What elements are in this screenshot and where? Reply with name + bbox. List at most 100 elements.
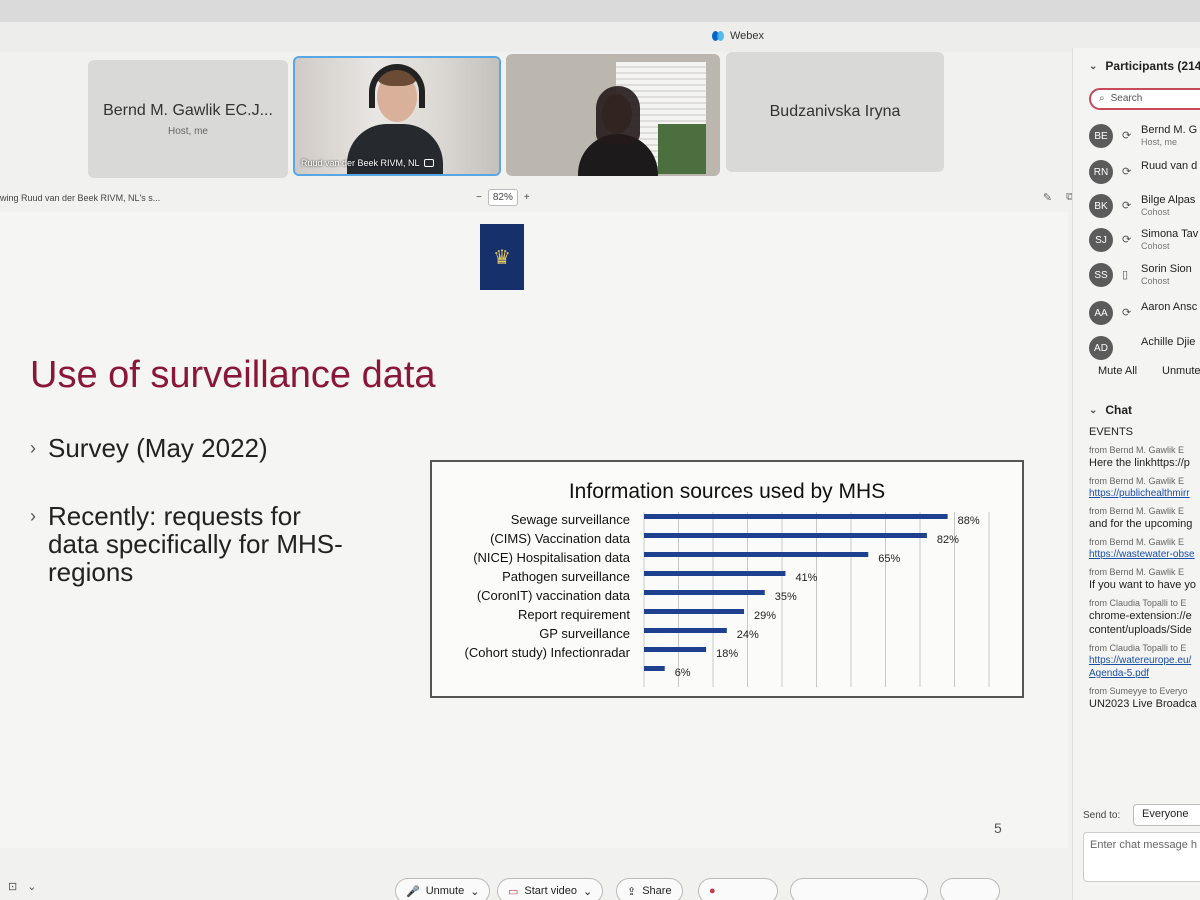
chat-messages: EVENTS from Bernd M. Gawlik E Here the lin…: [1089, 424, 1200, 710]
window-greenery: [658, 124, 706, 174]
chat-link[interactable]: https://wastewater-obse: [1089, 549, 1200, 560]
side-panel: ⌄ Participants (214 ⌕ Search BE ⟳ Bernd M.…: [1072, 48, 1200, 900]
bullet-2-text: Recently: requests for data specifically…: [48, 502, 343, 586]
bullet-2-line-2: data specifically for MHS-: [48, 529, 343, 559]
participant-row[interactable]: AD Achille Djie: [1089, 334, 1200, 364]
bar-value-label: 18%: [716, 648, 738, 660]
meeting-controls: ⊡ ⌄ 🎤 Unmute ⌄ ▭ Start video ⌄ ⇪ Share ●: [0, 868, 1072, 900]
participant-tile-active-speaker[interactable]: Ruud van der Beek RIVM, NL: [293, 56, 501, 176]
chart-bar: [644, 609, 745, 614]
record-button[interactable]: ●: [698, 878, 778, 900]
sharing-indicator-icon: [423, 159, 434, 167]
category-label: Pathogen surveillance: [502, 569, 630, 584]
participant-hair: [596, 86, 640, 144]
avatar: RN: [1089, 160, 1113, 184]
participant-row[interactable]: BE ⟳ Bernd M. G Host, me: [1089, 122, 1200, 152]
share-button[interactable]: ⇪ Share: [616, 878, 683, 900]
participant-row[interactable]: SJ ⟳ Simona Tav Cohost: [1089, 226, 1200, 256]
slide-title: Use of surveillance data: [30, 354, 436, 396]
slide-number: 5: [994, 820, 1002, 836]
bar-value-label: 29%: [754, 610, 776, 622]
chat-message: Here the linkhttps://p: [1089, 457, 1190, 469]
video-off-icon: ▭: [508, 885, 519, 898]
participant-tile-video-2[interactable]: [506, 54, 720, 176]
participant-row[interactable]: AA ⟳ Aaron Ansc: [1089, 299, 1200, 329]
category-label: (NICE) Hospitalisation data: [473, 550, 631, 565]
participant-tile-host[interactable]: Bernd M. Gawlik EC.J... Host, me: [88, 60, 288, 178]
participant-row[interactable]: RN ⟳ Ruud van d: [1089, 158, 1200, 188]
avatar: AA: [1089, 301, 1113, 325]
chat-link[interactable]: https://watereurope.eu/: [1089, 655, 1200, 666]
share-icon: ⇪: [627, 885, 637, 898]
sync-audio-icon: ⟳: [1122, 200, 1132, 212]
chevron-down-icon[interactable]: ⌄: [27, 880, 36, 893]
chart-bar: [644, 552, 869, 557]
category-label: GP surveillance: [539, 626, 630, 641]
viewing-share-text: wing Ruud van der Beek RIVM, NL's s...: [0, 193, 161, 203]
bar-value-label: 82%: [937, 534, 959, 546]
bar-value-label: 24%: [737, 629, 759, 641]
zoom-out-button[interactable]: −: [476, 192, 482, 203]
participants-header[interactable]: ⌄ Participants (214: [1089, 59, 1200, 73]
chart-bar: [644, 590, 765, 595]
bullet-2-line-3: regions: [48, 557, 134, 587]
unmute-button[interactable]: 🎤 Unmute ⌄: [395, 878, 491, 900]
participants-search-input[interactable]: ⌕ Search: [1089, 88, 1200, 110]
chat-sender: from Bernd M. Gawlik E: [1089, 567, 1185, 577]
bottom-left-tools: ⊡ ⌄: [8, 880, 36, 893]
start-video-button[interactable]: ▭ Start video ⌄: [497, 878, 604, 900]
category-label: Sewage surveillance: [511, 512, 630, 527]
sync-audio-icon: ⟳: [1122, 130, 1132, 142]
record-icon: ●: [709, 885, 716, 897]
more-controls-button[interactable]: [790, 878, 928, 900]
send-to-select[interactable]: Everyone: [1133, 804, 1200, 826]
participant-role: Host, me: [1141, 137, 1178, 147]
annotate-icon[interactable]: ✎: [1043, 191, 1052, 204]
muted-mic-icon: 🎤: [406, 885, 420, 898]
zoom-level[interactable]: 82%: [487, 189, 518, 206]
layout-icon[interactable]: ⊡: [8, 880, 17, 893]
participant-row[interactable]: BK ⟳ Bilge Alpas Cohost: [1089, 192, 1200, 222]
participant-name: Aaron Ansc: [1141, 301, 1198, 313]
chart-title: Information sources used by MHS: [569, 480, 885, 503]
share-tools: ✎ ⧉: [1043, 191, 1074, 204]
sync-audio-icon: ⟳: [1122, 234, 1132, 246]
participant-name: Sorin Sion: [1141, 263, 1192, 275]
unmute-all-button[interactable]: Unmute: [1162, 365, 1200, 377]
chat-message: UN2023 Live Broadca: [1089, 698, 1197, 710]
chat-sender: from Bernd M. Gawlik E: [1089, 537, 1185, 547]
zoom-in-button[interactable]: +: [524, 192, 530, 203]
chat-header-text: Chat: [1105, 403, 1133, 417]
leave-area-button[interactable]: [940, 878, 1000, 900]
search-placeholder: Search: [1110, 93, 1143, 104]
chat-header[interactable]: ⌄ Chat: [1089, 403, 1132, 417]
government-logo: ♛: [480, 224, 524, 290]
speaker-video-label: Ruud van der Beek RIVM, NL: [301, 158, 434, 168]
bullet-arrow-icon: ›: [30, 506, 36, 526]
sync-audio-icon: ⟳: [1122, 307, 1132, 319]
chart-bar: [644, 647, 707, 652]
coat-of-arms-icon: ♛: [493, 246, 511, 269]
chart-bar: [644, 514, 948, 519]
chat-message-input[interactable]: Enter chat message h: [1083, 832, 1200, 882]
category-label: (Cohort study) Infectionradar: [465, 645, 631, 660]
chart-bar: [644, 571, 786, 576]
search-icon: ⌕: [1099, 93, 1105, 104]
unmute-label: Unmute: [425, 885, 465, 897]
bar-value-label: 88%: [958, 515, 980, 527]
zoom-control: − 82% +: [476, 189, 530, 206]
participant-role: Cohost: [1141, 276, 1170, 286]
mute-all-button[interactable]: Mute All: [1098, 365, 1137, 377]
chevron-down-icon: ⌄: [470, 885, 480, 898]
chart-bar: [644, 628, 727, 633]
window-title: Webex: [712, 30, 764, 42]
chat-link[interactable]: Agenda-5.pdf: [1089, 668, 1200, 679]
chat-link[interactable]: https://publichealthmirr: [1089, 488, 1200, 499]
chart-bar: [644, 533, 927, 538]
chat-sender: from Bernd M. Gawlik E: [1089, 476, 1185, 486]
participant-row[interactable]: SS ▯ Sorin Sion Cohost: [1089, 261, 1200, 291]
chat-message: content/uploads/Side: [1089, 624, 1192, 636]
participant-tile-right[interactable]: Budzanivska Iryna: [726, 52, 944, 172]
send-to-label: Send to:: [1083, 810, 1121, 821]
participant-name: Bernd M. G: [1141, 124, 1198, 136]
